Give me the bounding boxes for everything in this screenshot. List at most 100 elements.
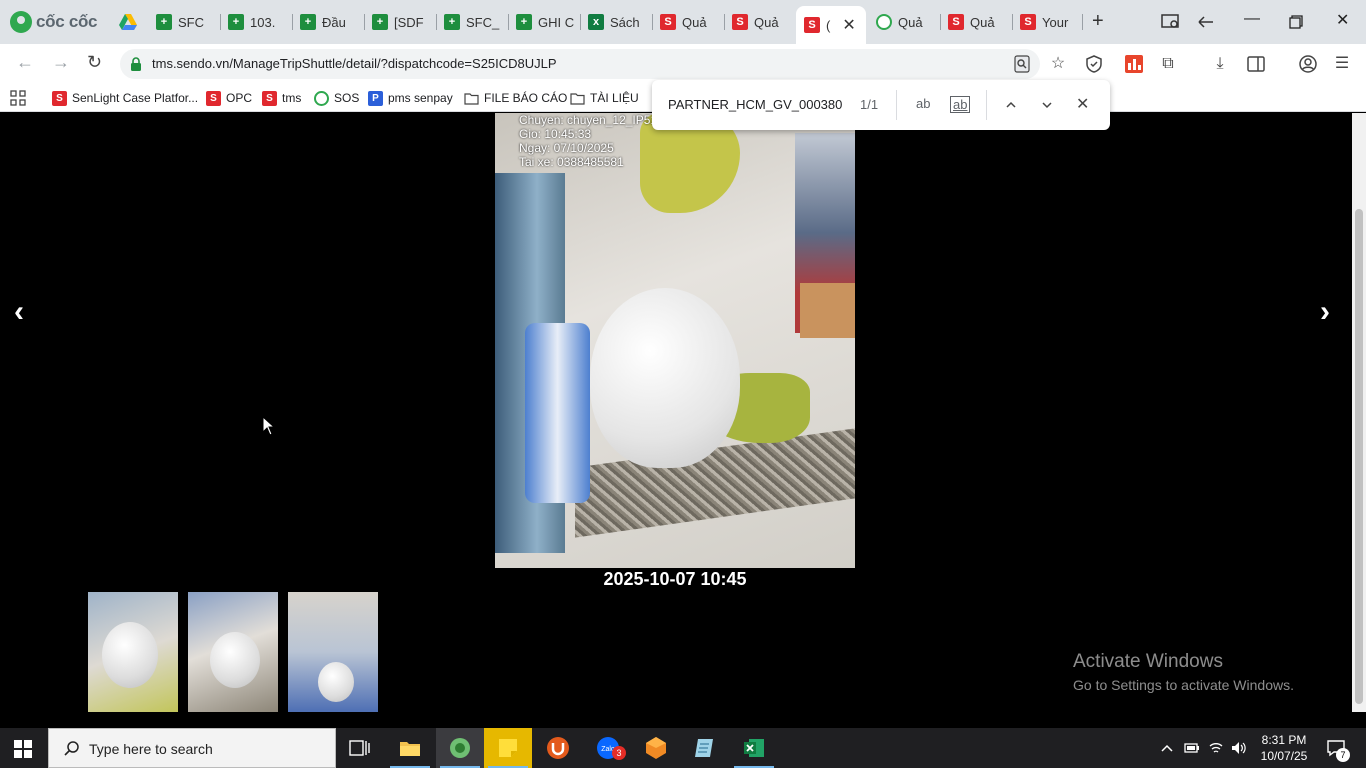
tab-quan-2[interactable]: S Quả [724,6,794,38]
find-input[interactable]: PARTNER_HCM_GV_000380 [668,97,842,112]
tab-ghi[interactable]: + GHI C [508,6,578,38]
sticky-notes-icon [499,739,517,757]
sticky-notes-app[interactable] [484,728,532,768]
app-notes[interactable] [680,728,728,768]
coccoc-browser-app[interactable] [436,728,484,768]
taskbar-search-box[interactable]: Type here to search [48,728,336,768]
tab-dau[interactable]: + Đầu [292,6,362,38]
find-divider [986,90,987,120]
orange-app-icon [646,737,666,759]
task-view-button[interactable] [336,728,384,768]
tab-label: Quả [970,14,995,30]
wifi-icon[interactable] [1208,740,1224,756]
thumbnail-3[interactable] [288,592,378,712]
bookmark-senlight[interactable]: S SenLight Case Platfor... [52,89,198,107]
windows-start-icon[interactable] [14,740,32,758]
secure-lock-icon[interactable] [130,57,142,71]
bookmark-tai-lieu[interactable]: TÀI LIỆU [570,89,639,107]
tab-quan-1[interactable]: S Quả [652,6,722,38]
google-drive-icon[interactable] [118,12,138,32]
tab-sfc2[interactable]: + SFC_ [436,6,506,38]
coccoc-logo[interactable]: cốc cốc [10,8,98,36]
ultraviewer-icon [547,737,569,759]
bookmark-opc[interactable]: S OPC [206,89,252,107]
menu-icon[interactable]: ☰ [1332,54,1352,74]
tab-sach[interactable]: x Sách [580,6,650,38]
apps-grid-icon[interactable] [10,90,26,106]
close-tab-icon[interactable]: ✕ [842,15,855,35]
tab-back-icon[interactable] [1196,13,1216,31]
notes-icon [695,739,713,757]
tab-quan-3[interactable]: Quả [868,6,938,38]
minimize-button[interactable]: — [1244,10,1260,28]
download-icon[interactable]: ⤓ [1210,54,1230,74]
battery-icon[interactable] [1184,741,1200,755]
whole-word-button[interactable]: ab [950,96,971,113]
stamp-time: Gio: 10:45:33 [519,127,592,141]
sendo-icon: S [1020,14,1036,30]
reload-button[interactable]: ↻ [87,52,102,73]
find-previous-button[interactable] [1004,98,1018,112]
bookmark-pms-senpay[interactable]: P pms senpay [368,89,453,107]
extension-chart-icon[interactable] [1124,54,1144,74]
new-tab-button[interactable]: + [1092,10,1104,33]
find-next-button[interactable] [1040,98,1054,112]
tab-label: GHI C [538,14,575,30]
task-view-icon [349,740,370,756]
profile-icon[interactable] [1298,54,1318,74]
bookmark-tms[interactable]: S tms [262,89,301,107]
tab-sfc[interactable]: + SFC [148,6,218,38]
bookmark-sos[interactable]: SOS [314,89,359,107]
folder-icon [400,742,420,756]
tab-your[interactable]: S Your [1012,6,1082,38]
sendo-icon: S [52,90,67,106]
bookmark-star-icon[interactable]: ☆ [1048,54,1068,74]
url-text[interactable]: tms.sendo.vn/ManageTripShuttle/detail/?d… [152,56,557,71]
tab-active[interactable]: S ( ✕ [796,6,866,44]
senpay-icon [876,14,892,30]
excel-app[interactable] [730,728,778,768]
previous-image-arrow[interactable]: ‹ [14,295,24,329]
find-match-count: 1/1 [860,97,879,112]
side-panel-icon[interactable] [1246,54,1266,74]
sendo-icon: S [206,90,221,106]
sendo-icon: S [660,14,676,30]
image-viewer: ‹ › Chuyen: chuyen_12_IP51 Gio: 10:45:33… [0,113,1352,712]
tab-sdf[interactable]: + [SDF [364,6,434,38]
adblock-shield-icon[interactable] [1084,54,1104,74]
address-bar[interactable]: tms.sendo.vn/ManageTripShuttle/detail/?d… [120,49,1040,79]
zalo-app[interactable]: Zalo 3 [584,728,632,768]
thumbnail-1[interactable] [88,592,178,712]
bookmark-label: FILE BÁO CÁO [484,91,568,105]
forward-button[interactable]: → [52,52,70,73]
file-explorer-app[interactable] [386,728,434,768]
find-in-page-icon[interactable] [1012,54,1032,74]
close-window-button[interactable]: ✕ [1336,10,1349,30]
tab-label: ( [826,17,831,33]
tab-label: Đầu [322,14,346,30]
match-case-button[interactable]: ab [916,96,930,111]
back-button[interactable]: ← [16,52,34,73]
restore-button[interactable] [1289,15,1303,29]
extensions-puzzle-icon[interactable]: ⧉ [1158,54,1178,74]
volume-icon[interactable] [1230,740,1248,756]
thumbnail-2[interactable] [188,592,278,712]
find-close-button[interactable]: ✕ [1076,94,1089,114]
taskbar-clock[interactable]: 8:31 PM 10/07/25 [1252,732,1316,764]
ultraviewer-app[interactable] [534,728,582,768]
app-orange[interactable] [632,728,680,768]
screen-capture-icon[interactable] [1161,13,1181,31]
bookmark-file-bao-cao[interactable]: FILE BÁO CÁO [464,89,567,107]
screen: cốc cốc + SFC + 103. + Đầu + [SDF + SFC_… [0,0,1366,768]
photo-caption: 2025-10-07 10:45 [603,569,747,589]
tab-103[interactable]: + 103. [220,6,290,38]
scrollbar-thumb[interactable] [1355,209,1363,704]
show-hidden-icons-icon[interactable] [1160,742,1174,754]
tab-label: SFC_ [466,14,500,30]
page-scrollbar[interactable] [1352,113,1366,712]
next-image-arrow[interactable]: › [1320,295,1330,329]
tab-label: SFC [178,14,204,30]
tab-label: Quả [898,14,923,30]
delivery-photo[interactable]: Chuyen: chuyen_12_IP51 Gio: 10:45:33 Nga… [495,113,855,568]
tab-quan-4[interactable]: S Quả [940,6,1010,38]
